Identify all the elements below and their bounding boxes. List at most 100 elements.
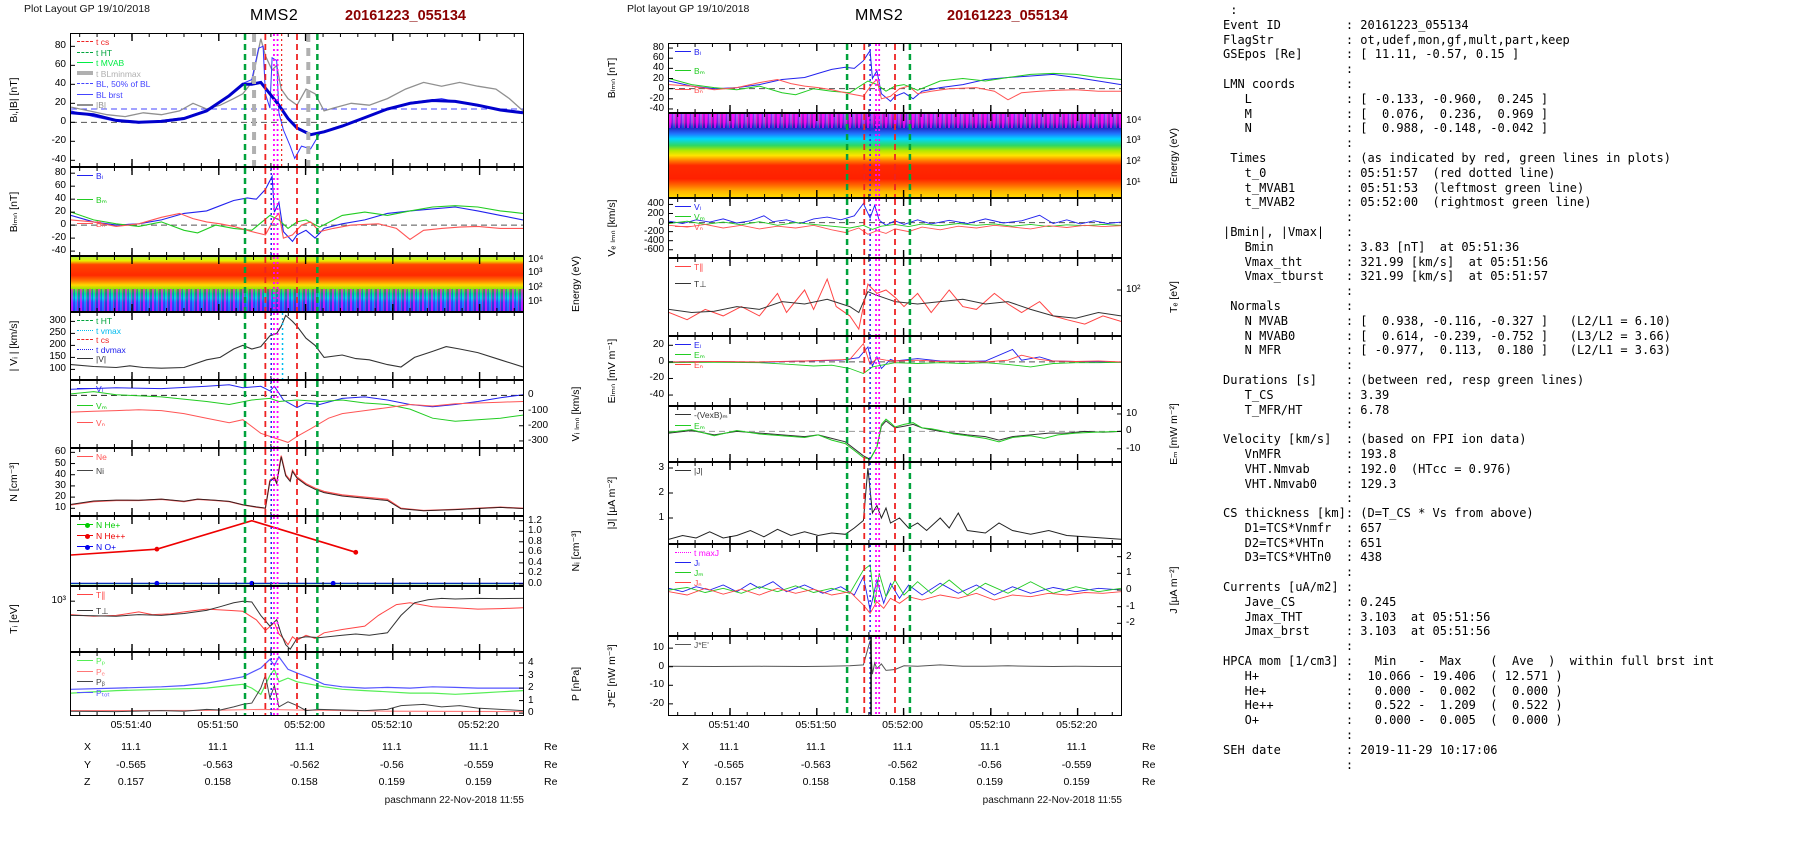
legend-line-sample — [77, 339, 93, 341]
ephemeris-value: -0.559 — [463, 758, 494, 771]
legend-label: N He+ — [96, 520, 121, 530]
y-tick-label: -20 — [51, 232, 66, 244]
y-tick-label: 1 — [1126, 567, 1132, 579]
ephemeris-value: 11.1 — [805, 741, 826, 753]
time-tick-label: 05:52:00 — [882, 719, 924, 731]
energy-tick-label: 10¹ — [1126, 176, 1141, 188]
y-tick-label: 20 — [54, 97, 66, 109]
middle-spacecraft-label: MMS2 — [855, 7, 904, 24]
legend-item: Eₙ — [675, 361, 703, 370]
ephemeris-value: 11.1 — [207, 741, 228, 753]
legend-line-sample — [675, 89, 691, 91]
legend-line-sample — [77, 320, 93, 322]
legend-line-sample — [77, 670, 93, 672]
legend-label: |V| — [96, 354, 107, 364]
ephemeris-unit: Re — [544, 741, 558, 753]
legend-label: Bₘ — [96, 195, 107, 205]
legend-label: Bₘ — [694, 66, 705, 76]
legend-label: Bₗ — [694, 47, 702, 57]
left-spacecraft-label: MMS2 — [250, 7, 299, 24]
legend-item: BL, 50% of BL — [77, 80, 150, 89]
axis-label-left: Bₗ,|B| [nT] — [8, 77, 20, 123]
energy-tick-label: 10⁴ — [1126, 114, 1142, 126]
left-panel-bl-bmag — [70, 33, 524, 167]
legend-line-sample — [77, 41, 93, 43]
mid-panel-elmn — [668, 336, 1122, 406]
ephemeris-value: 11.1 — [121, 741, 141, 753]
energy-tick-label: 10³ — [528, 267, 543, 279]
legend-item: t HT — [77, 47, 113, 58]
legend-line-sample — [77, 348, 93, 350]
legend-item: BL brst — [77, 90, 123, 100]
legend-label: t dvmax — [96, 344, 126, 355]
legend-line-sample — [77, 422, 93, 424]
axis-label-left: N [cm⁻³] — [8, 462, 20, 502]
legend-label: Pₑ — [96, 666, 105, 677]
ephemeris-value: 0.157 — [715, 776, 743, 788]
legend-line-sample — [77, 594, 93, 596]
time-tick-label: 05:52:20 — [1056, 719, 1098, 731]
left-panel-pressure-canvas — [71, 653, 523, 715]
legend-item: t MVAB — [77, 59, 124, 68]
legend-label: t HT — [96, 47, 113, 58]
legend-label: T⊥ — [694, 279, 707, 289]
legend-item: -(VexB)ₘ — [675, 411, 728, 420]
left-plot-footer: paschmann 22-Nov-2018 11:55 — [384, 795, 524, 806]
legend-item: Ni — [77, 467, 104, 476]
legend-line-sample — [77, 175, 93, 177]
legend-line-sample — [77, 405, 93, 407]
y-tick-label: 20 — [54, 491, 66, 503]
y-tick-label: 2 — [1126, 550, 1132, 562]
legend-item: T∥ — [675, 263, 703, 272]
middle-plot-footer: paschmann 22-Nov-2018 11:55 — [982, 795, 1122, 806]
legend-line-sample — [675, 364, 691, 366]
left-event-id-label: 20161223_055134 — [345, 8, 466, 24]
mid-panel-em — [668, 406, 1122, 462]
ephemeris-row-label: Z — [84, 776, 91, 788]
time-tick-label: 05:51:50 — [197, 719, 239, 731]
middle-plot-layout-label: Plot layout GP 19/10/2018 — [627, 3, 750, 15]
legend-line-sample — [77, 103, 93, 106]
mid-panel-te — [668, 258, 1122, 336]
y-tick-label: 80 — [54, 167, 66, 179]
legend-line-sample — [675, 644, 691, 646]
left-panel-vi-mag-canvas — [71, 313, 523, 379]
legend-item: J*E' — [675, 641, 709, 650]
y-tick-label: 3 — [528, 669, 534, 681]
axis-label-left: Tᵢ [eV] — [8, 604, 20, 634]
legend-label: -(VexB)ₘ — [694, 410, 728, 420]
y-tick-label: 0.0 — [528, 577, 542, 589]
legend-label: Pᵦ — [96, 677, 105, 687]
axis-label-left: J*E' [nW m⁻³] — [606, 644, 618, 708]
y-tick-label: 1.0 — [528, 525, 542, 537]
y-tick-label: 4 — [528, 657, 534, 669]
mid-panel-jlmn — [668, 544, 1122, 636]
legend-line-sample — [77, 71, 93, 76]
ephemeris-unit: Re — [1142, 741, 1156, 753]
ephemeris-value: 11.1 — [468, 741, 489, 753]
legend-item: Bₘ — [675, 67, 705, 76]
legend-label: Bₗ — [96, 171, 104, 181]
legend-line-sample — [77, 691, 93, 693]
axis-label-right: Energy (eV) — [570, 255, 582, 313]
y-tick-label: -2 — [1126, 617, 1135, 629]
legend-marker — [85, 534, 90, 539]
ephemeris-value: 11.1 — [892, 741, 913, 753]
y-tick-label: -40 — [51, 245, 66, 257]
ephemeris-value: -0.565 — [714, 758, 744, 771]
axis-label-left: Vₑ ₗₘₙ [km/s] — [606, 199, 618, 257]
legend-item: Vₙ — [77, 419, 105, 428]
left-panel-hpca-density-canvas — [71, 517, 523, 585]
marker-N-O-plus — [154, 580, 160, 585]
left-panel-vi-lmn — [70, 380, 524, 448]
legend-line-sample — [675, 552, 691, 554]
legend-item: |J| — [675, 467, 703, 476]
legend-item: |V| — [77, 355, 106, 364]
legend-item: Eₘ — [675, 351, 705, 360]
time-tick-label: 05:51:50 — [795, 719, 837, 731]
legend-label: t maxJ — [694, 548, 720, 558]
y-tick-label: 10 — [652, 642, 664, 654]
y-tick-label: 0 — [1126, 425, 1132, 437]
ephemeris-value: 0.158 — [204, 776, 231, 788]
y-tick-label: -10 — [649, 679, 664, 691]
